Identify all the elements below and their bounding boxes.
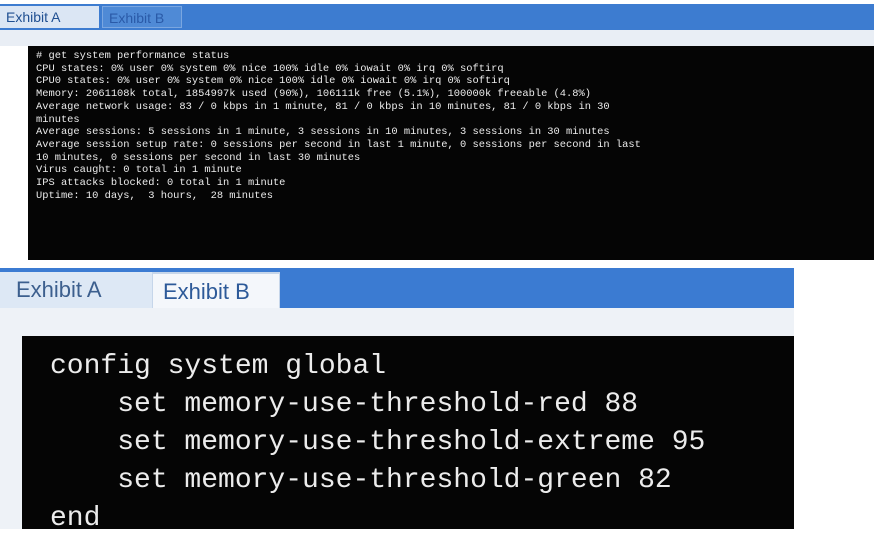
- terminal-output: # get system performance status CPU state…: [28, 46, 874, 202]
- tab-exhibit-b[interactable]: Exhibit B: [152, 272, 280, 308]
- tab-exhibit-a[interactable]: Exhibit A: [0, 6, 99, 28]
- terminal-line: Average session setup rate: 0 sessions p…: [36, 138, 641, 151]
- terminal-line: Memory: 2061108k total, 1854997k used (9…: [36, 88, 591, 101]
- terminal-line: set memory-use-threshold-green 82: [50, 465, 672, 496]
- performance-status-terminal: # get system performance status CPU state…: [28, 46, 874, 260]
- terminal-line: 10 minutes, 0 sessions per second in las…: [36, 151, 361, 164]
- terminal-line: # get system performance status: [36, 50, 230, 62]
- exhibit-separator: [0, 260, 874, 268]
- terminal-line: Average sessions: 5 sessions in 1 minute…: [36, 126, 610, 139]
- config-terminal: config system global set memory-use-thre…: [22, 336, 794, 534]
- terminal-output: config system global set memory-use-thre…: [22, 336, 794, 538]
- terminal-line: IPS attacks blocked: 0 total in 1 minute: [36, 177, 286, 190]
- terminal-line: set memory-use-threshold-extreme 95: [50, 427, 706, 458]
- terminal-line: minutes: [36, 113, 80, 126]
- terminal-line: Average network usage: 83 / 0 kbps in 1 …: [36, 100, 610, 113]
- terminal-line: Virus caught: 0 total in 1 minute: [36, 164, 242, 177]
- terminal-line: CPU0 states: 0% user 0% system 0% nice 1…: [36, 75, 510, 88]
- terminal-line: end: [50, 503, 101, 534]
- terminal-line: CPU states: 0% user 0% system 0% nice 10…: [36, 62, 504, 75]
- terminal-line: Uptime: 10 days, 3 hours, 28 minutes: [36, 189, 273, 202]
- terminal-line: config system global: [50, 351, 387, 382]
- tab-exhibit-a[interactable]: Exhibit A: [0, 272, 152, 308]
- terminal-line: set memory-use-threshold-red 88: [50, 389, 639, 420]
- exhibit-a-panel: [0, 30, 874, 46]
- tab-exhibit-b[interactable]: Exhibit B: [102, 6, 182, 28]
